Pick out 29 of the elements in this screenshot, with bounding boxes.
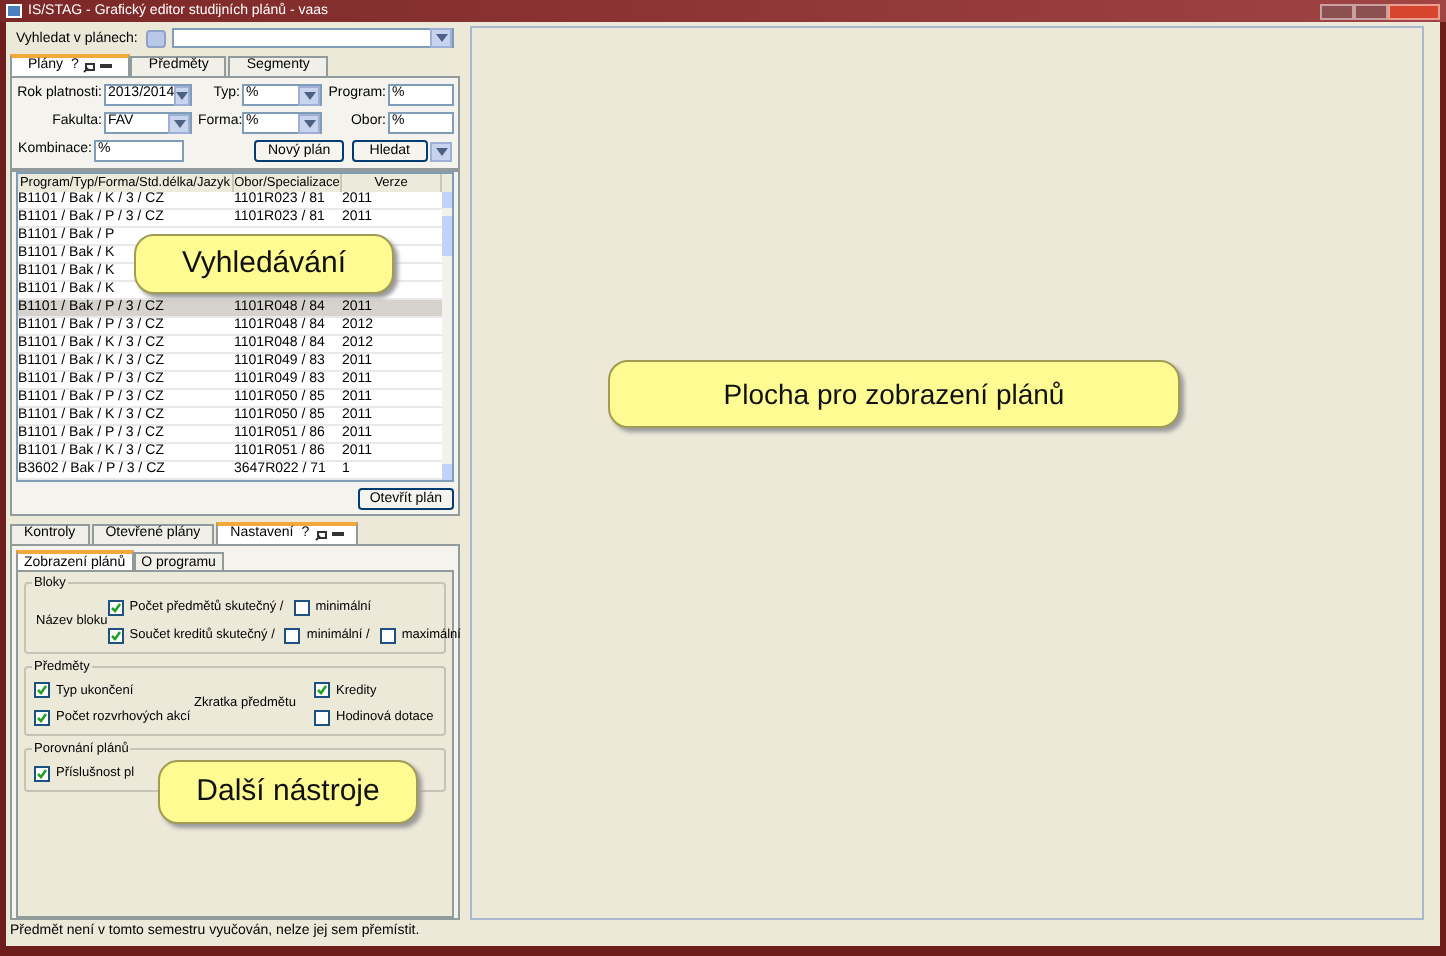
callout: Plocha pro zobrazení plánů — [608, 360, 1180, 428]
callout: Další nástroje — [158, 760, 418, 824]
minimize-icon[interactable] — [331, 532, 344, 538]
checkbox[interactable] — [107, 599, 124, 616]
checkbox[interactable] — [379, 627, 396, 644]
checkbox[interactable] — [107, 627, 124, 644]
dropdown-arrow-icon — [430, 141, 452, 161]
maximize-button[interactable] — [1354, 3, 1388, 19]
checkbox[interactable] — [34, 765, 50, 782]
pin-icon[interactable] — [82, 61, 97, 73]
close-button[interactable] — [1388, 3, 1440, 19]
dropdown-arrow-icon — [298, 113, 320, 133]
dropdown-arrow-icon — [298, 85, 320, 105]
checkbox[interactable] — [314, 710, 330, 727]
dropdown-arrow-icon — [174, 85, 191, 105]
checkbox[interactable] — [284, 627, 301, 644]
app-icon — [6, 4, 22, 18]
dropdown-arrow-icon — [168, 113, 190, 133]
checkbox[interactable] — [34, 682, 50, 699]
minimize-icon[interactable] — [100, 64, 113, 70]
callout: Vyhledávání — [134, 234, 394, 294]
checkbox[interactable] — [293, 599, 310, 616]
search-field[interactable] — [172, 28, 454, 48]
minimize-button[interactable] — [1320, 3, 1354, 19]
checkbox[interactable] — [314, 682, 330, 699]
checkbox[interactable] — [34, 710, 50, 727]
scrollbar[interactable] — [442, 192, 452, 480]
dropdown-arrow-icon — [430, 28, 452, 48]
pin-icon[interactable] — [313, 529, 328, 541]
